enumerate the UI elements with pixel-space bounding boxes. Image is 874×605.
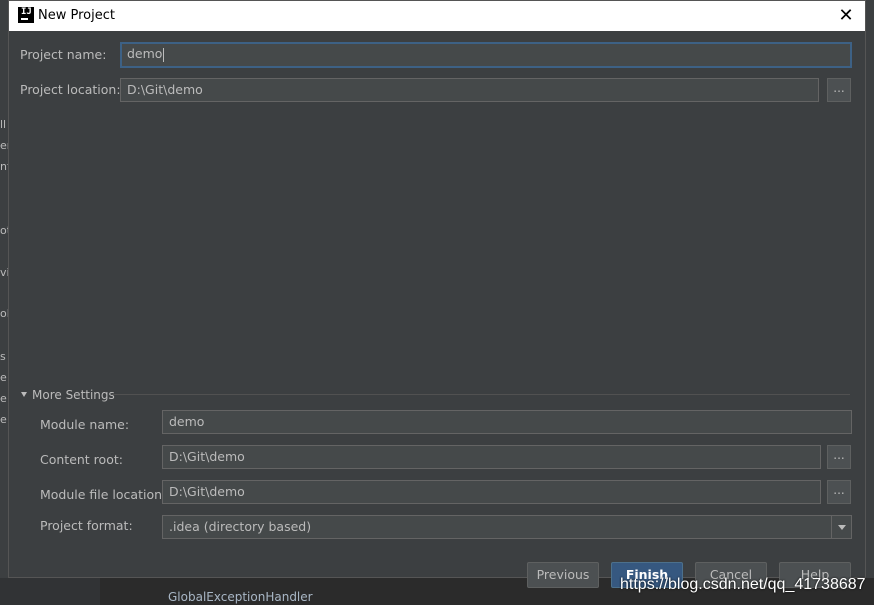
project-format-select[interactable]: .idea (directory based) (162, 515, 852, 539)
project-location-input[interactable]: D:\Git\demo (120, 78, 819, 102)
project-location-browse-button[interactable]: ... (827, 78, 851, 102)
dialog-title: New Project (38, 8, 115, 23)
module-file-location-browse-button[interactable]: ... (827, 480, 851, 504)
project-format-label: Project format: (40, 518, 133, 533)
more-settings-label: More Settings (32, 388, 115, 402)
intellij-idea-icon: IJ (18, 7, 34, 23)
background-text-fragment: ol (0, 307, 8, 320)
expand-triangle-icon (21, 392, 27, 397)
watermark-text: https://blog.csdn.net/qq_41738687 (620, 576, 866, 593)
background-text-fragment: nt (0, 160, 8, 173)
project-name-input[interactable]: demo (120, 42, 852, 68)
background-side-panel (0, 578, 100, 605)
project-format-value: .idea (directory based) (169, 519, 312, 534)
module-name-label: Module name: (40, 417, 130, 432)
background-text-fragment: e (0, 371, 7, 384)
background-text-fragment: s (0, 350, 6, 363)
background-class-name: GlobalExceptionHandler (168, 590, 313, 604)
new-project-dialog: IJ New Project ✕ Project name: demo Proj… (8, 0, 866, 588)
close-icon[interactable]: ✕ (835, 5, 857, 27)
project-name-value: demo (127, 46, 163, 61)
background-text-fragment: ll (0, 118, 7, 131)
background-text-fragment: e (0, 392, 7, 405)
module-name-input[interactable]: demo (162, 410, 852, 434)
background-text-fragment: er (0, 139, 8, 152)
previous-button[interactable]: Previous (527, 562, 599, 588)
module-file-location-label: Module file location: (40, 487, 167, 502)
background-text-fragment: e (0, 413, 7, 426)
more-settings-toggle[interactable]: More Settings (21, 388, 115, 402)
text-caret (163, 47, 165, 62)
background-text-fragment: ot (0, 224, 8, 237)
background-text-fragment: vi (0, 266, 8, 279)
more-settings-separator (112, 394, 850, 395)
project-name-label: Project name: (20, 47, 107, 62)
module-file-location-input[interactable]: D:\Git\demo (162, 480, 821, 504)
content-root-input[interactable]: D:\Git\demo (162, 445, 821, 469)
dropdown-arrow-icon (831, 516, 851, 538)
content-root-browse-button[interactable]: ... (827, 445, 851, 469)
title-bar: IJ New Project ✕ (9, 1, 865, 31)
content-root-label: Content root: (40, 452, 123, 467)
project-location-label: Project location: (20, 82, 121, 97)
